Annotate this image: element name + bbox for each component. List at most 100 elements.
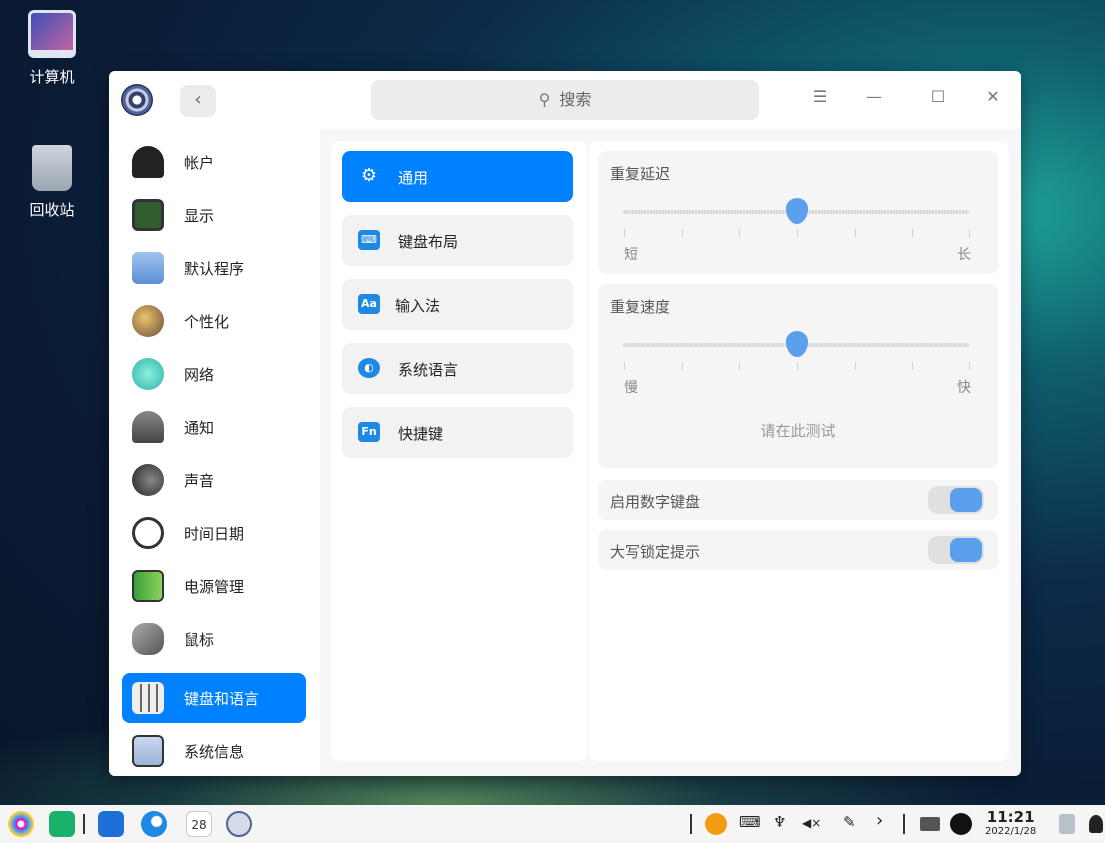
sidebar-item-personalization[interactable]: 个性化: [122, 296, 306, 346]
sidebar-item-system-info[interactable]: 系统信息: [122, 726, 306, 776]
taskbar: 28 ⌨ ♆ ◀× ✎ › 11:21 2022/1/28: [0, 805, 1105, 843]
repeat-delay-min-label: 短: [624, 247, 638, 263]
trash-icon: [32, 145, 72, 191]
default-apps-icon: [132, 252, 164, 284]
search-icon: ⚲: [538, 90, 551, 109]
sidebar-item-default-apps[interactable]: 默认程序: [122, 243, 306, 293]
computer-icon: [28, 10, 76, 58]
onscreen-keyboard-icon[interactable]: [920, 817, 940, 831]
search-placeholder: 搜索: [559, 90, 592, 109]
mouse-icon: [132, 623, 164, 655]
maximize-button[interactable]: ☐: [926, 87, 950, 106]
volume-muted-tray-icon[interactable]: ◀×: [802, 816, 821, 830]
pen-tray-icon[interactable]: ✎: [843, 813, 856, 831]
repeat-rate-title: 重复速度: [610, 298, 671, 316]
sidebar-item-label: 显示: [184, 207, 215, 225]
capslock-hint-toggle[interactable]: [928, 536, 984, 564]
calendar-icon[interactable]: 28: [186, 811, 212, 837]
slider-tick: [797, 229, 798, 237]
power-icon[interactable]: [950, 813, 972, 835]
capslock-hint-label: 大写锁定提示: [610, 543, 701, 561]
toggle-knob: [950, 488, 982, 512]
desktop-icon-computer[interactable]: 计算机: [12, 10, 92, 87]
sidebar-item-label: 个性化: [184, 313, 230, 331]
slider-tick: [912, 229, 913, 237]
sidebar-item-accounts[interactable]: 帐户: [122, 137, 306, 187]
submenu-item-label: 快捷键: [398, 425, 444, 443]
submenu-item-general[interactable]: ⚙ 通用: [342, 151, 573, 202]
slider-tick: [797, 362, 798, 370]
browser-icon[interactable]: [141, 811, 167, 837]
sidebar-item-label: 键盘和语言: [184, 690, 260, 708]
close-button[interactable]: ✕: [981, 87, 1005, 106]
sidebar-item-sound[interactable]: 声音: [122, 455, 306, 505]
sidebar-item-label: 默认程序: [184, 260, 245, 278]
sidebar-item-mouse[interactable]: 鼠标: [122, 614, 306, 664]
sidebar-item-display[interactable]: 显示: [122, 190, 306, 240]
shortcut-icon: Fn: [358, 422, 380, 442]
sidebar-item-datetime[interactable]: 时间日期: [122, 508, 306, 558]
submenu-item-shortcuts[interactable]: Fn 快捷键: [342, 407, 573, 458]
slider-tick: [624, 229, 625, 237]
multitask-view-icon[interactable]: [49, 811, 75, 837]
submenu-item-label: 输入法: [395, 297, 441, 315]
repeat-delay-slider-handle[interactable]: [786, 198, 808, 224]
sidebar-item-power[interactable]: 电源管理: [122, 561, 306, 611]
clock-icon: [132, 517, 164, 549]
sidebar-item-label: 声音: [184, 472, 215, 490]
numlock-label: 启用数字键盘: [610, 493, 701, 511]
input-method-icon: Aa: [358, 294, 380, 314]
sidebar: 帐户 显示 默认程序 个性化 网络 通知 声音 时间日期 电源管理 鼠标 键盘和…: [109, 129, 320, 776]
back-button[interactable]: ‹: [180, 85, 216, 117]
repeat-rate-card: 重复速度 慢 快 请在此测试: [598, 284, 998, 468]
clock[interactable]: 11:21 2022/1/28: [985, 808, 1036, 837]
sidebar-item-label: 通知: [184, 419, 215, 437]
sidebar-item-label: 网络: [184, 366, 215, 384]
control-center-taskbar-icon[interactable]: [226, 811, 252, 837]
repeat-delay-title: 重复延迟: [610, 165, 671, 183]
repeat-delay-max-label: 长: [957, 247, 971, 263]
search-input[interactable]: ⚲ 搜索: [371, 80, 759, 120]
repeat-rate-max-label: 快: [957, 380, 971, 396]
slider-tick: [912, 362, 913, 370]
usb-tray-icon[interactable]: ♆: [773, 813, 786, 831]
submenu-item-label: 键盘布局: [398, 233, 459, 251]
sidebar-item-keyboard-language[interactable]: 键盘和语言: [122, 673, 306, 723]
taskbar-divider: [690, 814, 692, 834]
toggle-knob: [950, 538, 982, 562]
menu-button[interactable]: ☰: [808, 87, 832, 106]
slider-tick: [739, 229, 740, 237]
submenu-item-label: 通用: [398, 169, 429, 187]
numlock-toggle[interactable]: [928, 486, 984, 514]
slider-tick: [855, 229, 856, 237]
sidebar-item-label: 系统信息: [184, 743, 245, 761]
sidebar-item-label: 帐户: [184, 154, 215, 172]
trash-tray-icon[interactable]: [1059, 814, 1075, 834]
keyboard-tray-icon[interactable]: ⌨: [739, 813, 761, 831]
submenu-item-keyboard-layout[interactable]: ⌨ 键盘布局: [342, 215, 573, 266]
launcher-icon[interactable]: [8, 811, 34, 837]
account-icon: [132, 146, 164, 178]
capslock-hint-row: 大写锁定提示: [598, 530, 998, 570]
clock-date: 2022/1/28: [985, 826, 1037, 837]
input-method-tray-icon[interactable]: [705, 813, 727, 835]
submenu-item-system-language[interactable]: ◐ 系统语言: [342, 343, 573, 394]
taskbar-divider: [903, 814, 905, 834]
notification-center-icon[interactable]: [1089, 815, 1103, 833]
desktop-icon-trash[interactable]: 回收站: [12, 145, 92, 220]
slider-tick: [739, 362, 740, 370]
numlock-row: 启用数字键盘: [598, 480, 998, 520]
file-manager-icon[interactable]: [98, 811, 124, 837]
submenu-item-label: 系统语言: [398, 361, 459, 379]
keyboard-icon: ⌨: [358, 230, 380, 250]
display-icon: [132, 199, 164, 231]
repeat-test-field[interactable]: 请在此测试: [598, 420, 998, 441]
network-icon: [132, 358, 164, 390]
sidebar-item-network[interactable]: 网络: [122, 349, 306, 399]
tray-expand-icon[interactable]: ›: [876, 810, 883, 831]
minimize-button[interactable]: —: [862, 87, 886, 106]
submenu-item-input-method[interactable]: Aa 输入法: [342, 279, 573, 330]
repeat-rate-slider-handle[interactable]: [786, 331, 808, 357]
sidebar-item-notification[interactable]: 通知: [122, 402, 306, 452]
slider-tick: [969, 229, 970, 237]
